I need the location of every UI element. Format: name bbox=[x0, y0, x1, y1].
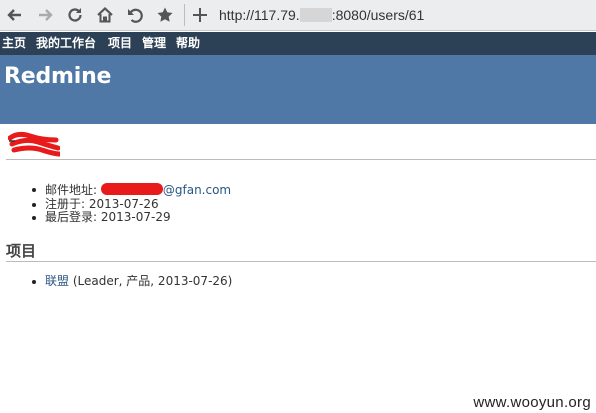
project-link[interactable]: 联盟 bbox=[45, 274, 69, 288]
app-title: Redmine bbox=[4, 64, 112, 89]
list-item: 注册于: 2013-07-26 bbox=[28, 197, 231, 212]
url-prefix: http://117.79. bbox=[219, 7, 300, 23]
email-link[interactable]: @gfan.com bbox=[163, 183, 231, 197]
top-menu-home[interactable]: 主页 bbox=[2, 36, 26, 51]
projects-heading: 项目 bbox=[6, 242, 37, 260]
heading-divider bbox=[6, 159, 596, 160]
top-menu-projects[interactable]: 项目 bbox=[108, 36, 132, 51]
top-menu: 主页 我的工作台 项目 管理 帮助 bbox=[0, 32, 596, 55]
project-detail: (Leader, 产品, 2013-07-26) bbox=[72, 274, 233, 288]
top-menu-admin[interactable]: 管理 bbox=[142, 36, 166, 51]
redaction-mark bbox=[8, 131, 60, 157]
reload-icon[interactable] bbox=[64, 4, 86, 26]
home-icon[interactable] bbox=[94, 4, 116, 26]
url-mask bbox=[299, 8, 332, 22]
project-list: 联盟 (Leader, 产品, 2013-07-26) bbox=[28, 274, 233, 289]
undo-icon[interactable] bbox=[124, 4, 146, 26]
new-tab-plus-icon[interactable] bbox=[189, 4, 211, 26]
browser-toolbar: http://117.79. :8080/users/61 bbox=[0, 0, 596, 31]
url-suffix: :8080/users/61 bbox=[331, 7, 425, 23]
redaction-mark bbox=[100, 183, 163, 195]
top-menu-help[interactable]: 帮助 bbox=[176, 36, 200, 51]
address-bar[interactable]: http://117.79. :8080/users/61 bbox=[219, 5, 424, 25]
back-arrow-icon[interactable] bbox=[4, 4, 26, 26]
star-icon[interactable] bbox=[154, 4, 176, 26]
header: Redmine bbox=[0, 55, 596, 124]
top-menu-my-page[interactable]: 我的工作台 bbox=[36, 36, 96, 51]
list-item: 最后登录: 2013-07-29 bbox=[28, 210, 231, 225]
list-item: 联盟 (Leader, 产品, 2013-07-26) bbox=[28, 274, 233, 289]
forward-arrow-icon[interactable] bbox=[34, 4, 56, 26]
projects-divider bbox=[6, 261, 596, 262]
toolbar-divider bbox=[184, 4, 185, 26]
user-info-list: 邮件地址: @gfan.com 注册于: 2013-07-26 最后登录: 20… bbox=[28, 183, 231, 225]
email-label: 邮件地址: bbox=[45, 183, 98, 197]
watermark: www.wooyun.org bbox=[473, 394, 591, 411]
list-item: 邮件地址: @gfan.com bbox=[28, 183, 231, 198]
